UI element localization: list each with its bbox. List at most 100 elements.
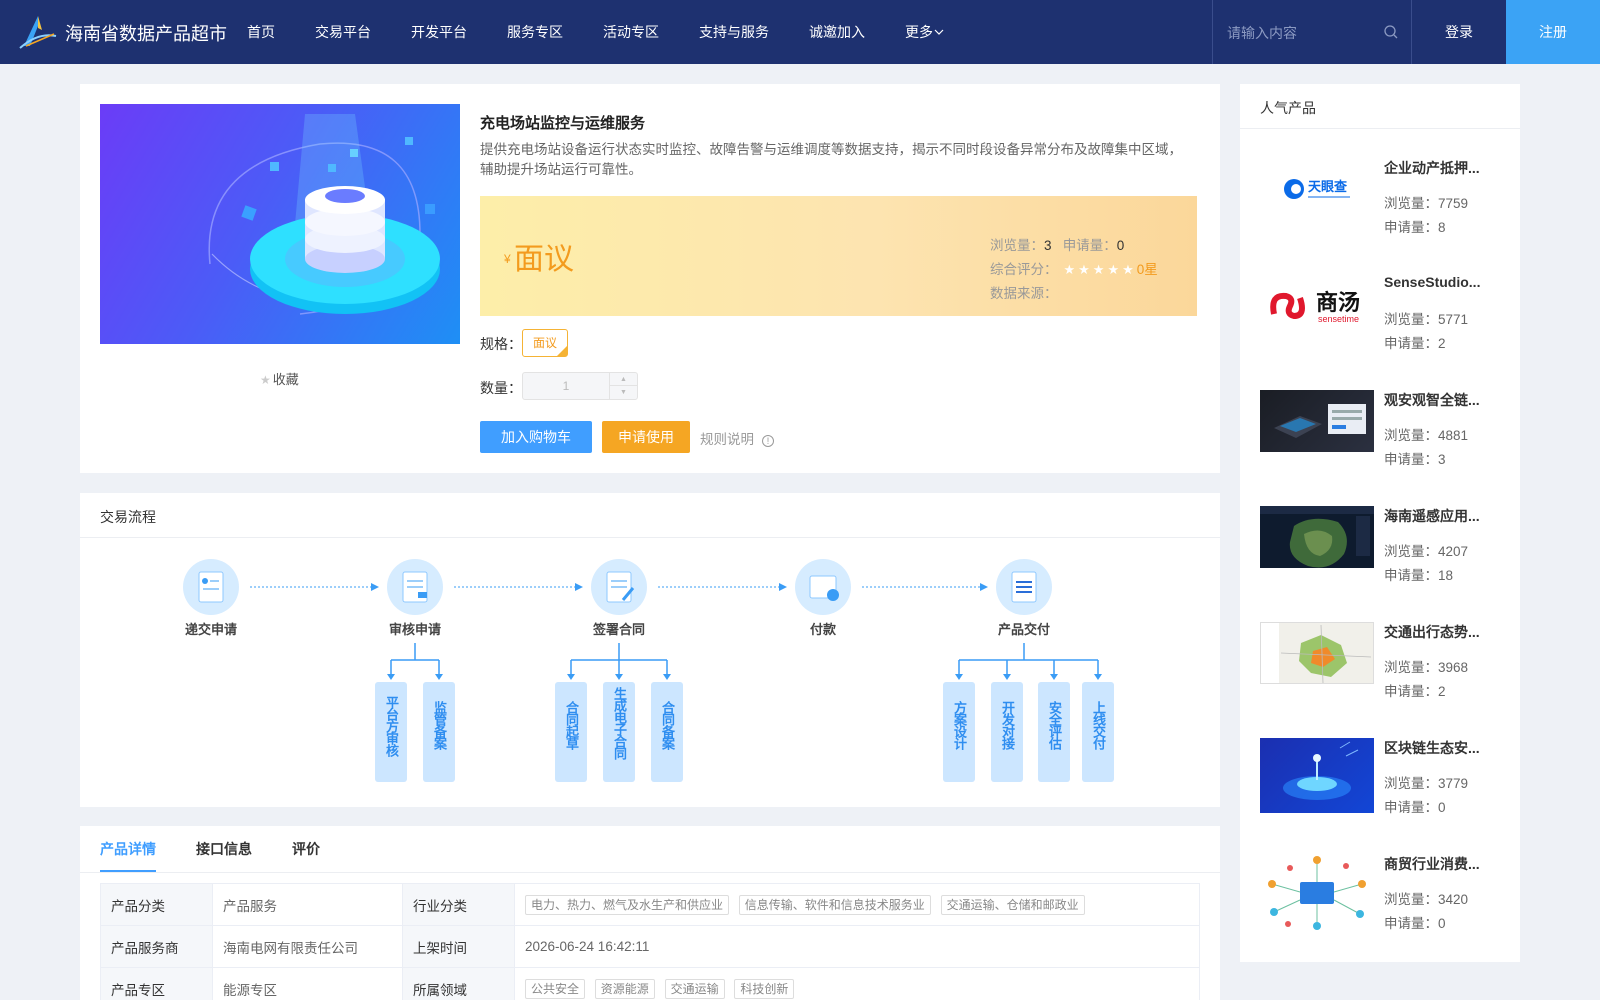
list-item[interactable]: 观安观智全链... 浏览量：4881 申请量：3 [1260,374,1500,490]
substep-review-regulator: 监管备案 [432,701,447,749]
product-name[interactable]: 海南遥感应用... [1384,506,1494,526]
substep-review-platform: 平台方审核 [384,696,399,756]
price-value: 面议 [514,243,574,276]
product-views: 浏览量：4881 [1384,424,1468,444]
step-label-review: 审核申请 [389,622,441,637]
product-thumbnail: 天眼查 [1260,158,1374,220]
domain-tag[interactable]: 资源能源 [594,978,655,999]
applies-label: 申请量： [1384,568,1438,583]
substep-contract-draft: 合同起草 [564,701,579,749]
views-label: 浏览量： [1384,196,1438,211]
spec-option-selected[interactable]: 面议 [522,329,568,357]
nav-activities[interactable]: 活动专区 [603,0,659,64]
industry-tag[interactable]: 交通运输、仓储和邮政业 [940,894,1085,915]
favorite-button[interactable]: ★ 收藏 [260,369,299,388]
tab-interface-info[interactable]: 接口信息 [196,826,252,872]
rules-link[interactable]: 规则说明! [700,428,774,448]
apply-use-button[interactable]: 申请使用 [602,421,690,453]
quantity-increase-icon[interactable]: ▲ [610,373,637,386]
search-icon[interactable] [1383,24,1399,40]
chevron-down-icon [934,29,944,35]
product-views: 浏览量：3968 [1384,656,1468,676]
substep-delivery-dev: 开发对接 [1000,701,1015,749]
popular-header: 人气产品 [1240,84,1520,129]
product-applies: 申请量：18 [1384,564,1453,584]
applies-label: 申请量： [1384,336,1438,351]
product-name[interactable]: 交通出行态势... [1384,622,1494,642]
site-brand[interactable]: 海南省数据产品超市 [65,20,227,46]
product-name[interactable]: 观安观智全链... [1384,390,1494,410]
applies-value: 2 [1438,684,1446,699]
source-label: 数据来源： [990,286,1058,301]
domain-tag[interactable]: 交通运输 [664,978,725,999]
product-name[interactable]: 区块链生态安... [1384,738,1494,758]
product-name[interactable]: 企业动产抵押... [1384,158,1494,178]
step-review-icon [387,559,443,615]
step-payment-icon [795,559,851,615]
table-row: 产品专区 能源专区 所属领域 公共安全 资源能源 交通运输 科技创新 [100,967,1200,1000]
nav-trading[interactable]: 交易平台 [315,0,371,64]
satellite-map-icon [1260,506,1374,568]
product-title: 充电场站监控与运维服务 [480,115,646,132]
views-value: 3779 [1438,776,1469,791]
register-button[interactable]: 注册 [1506,0,1600,64]
search-input[interactable] [1227,22,1377,44]
list-item[interactable]: 交通出行态势... 浏览量：3968 申请量：2 [1260,606,1500,722]
applies-value: 3 [1438,452,1446,467]
industry-tag[interactable]: 电力、热力、燃气及水生产和供应业 [525,894,730,915]
row-value: 能源专区 [212,967,403,1000]
product-panel: ★ 收藏 充电场站监控与运维服务 提供充电场站设备运行状态实时监控、故障告警与运维… [80,84,1220,473]
blockchain-icon [1283,741,1359,800]
currency-symbol: ¥ [504,252,511,266]
tab-reviews[interactable]: 评价 [292,826,320,872]
trade-flow-diagram: 递交申请 审核申请 签署合同 付款 产品交付 [183,559,1114,782]
star-icon: ★ [260,373,271,387]
applies-value: 0 [1438,916,1446,931]
product-name[interactable]: SenseStudio... [1384,274,1494,290]
domain-tag[interactable]: 公共安全 [525,978,586,999]
list-item[interactable]: 海南遥感应用... 浏览量：4207 申请量：18 [1260,490,1500,606]
quantity-decrease-icon[interactable]: ▼ [610,386,637,399]
database-illustration-icon [208,114,440,315]
nav-services[interactable]: 服务专区 [507,0,563,64]
views-label: 浏览量： [1384,428,1438,443]
list-item[interactable]: 天眼查 企业动产抵押... 浏览量：7759 申请量：8 [1260,142,1500,258]
rating-stars-icon: ★★★★★ [1063,262,1137,277]
nav-home[interactable]: 首页 [247,0,275,64]
list-item[interactable]: 商汤 sensetime SenseStudio... 浏览量：5771 申请量… [1260,258,1500,374]
views-value: 3968 [1438,660,1469,675]
table-row: 产品服务商 海南电网有限责任公司 上架时间 2026-06-24 16:42:1… [100,925,1200,968]
product-applies: 申请量：2 [1384,332,1446,352]
row-key: 产品分类 [100,883,213,926]
site-logo-icon[interactable] [18,12,58,52]
list-item[interactable]: 区块链生态安... 浏览量：3779 申请量：0 [1260,722,1500,838]
nav-development[interactable]: 开发平台 [411,0,467,64]
substep-delivery-design: 方案设计 [952,701,967,749]
rules-label: 规则说明 [700,432,754,447]
industry-tag[interactable]: 信息传输、软件和信息技术服务业 [738,894,931,915]
list-item[interactable]: 商贸行业消费... 浏览量：3420 申请量：0 [1260,838,1500,954]
row-value: 产品服务 [212,883,403,926]
flow-title: 交易流程 [100,509,156,525]
popular-products-panel: 人气产品 天眼查 企业动产抵押... 浏览量：7759 申请量：8 商汤 sen… [1240,84,1520,962]
substep-contract-electronic: 生成电子合同 [612,687,627,759]
add-to-cart-button[interactable]: 加入购物车 [480,421,592,453]
tab-product-detail[interactable]: 产品详情 [100,826,156,872]
product-views: 浏览量：7759 [1384,192,1468,212]
nav-join[interactable]: 诚邀加入 [809,0,865,64]
domain-tag[interactable]: 科技创新 [734,978,795,999]
nav-support[interactable]: 支持与服务 [699,0,769,64]
product-applies: 申请量：8 [1384,216,1446,236]
quantity-step-buttons: ▲ ▼ [609,373,637,399]
detail-panel: 产品详情 接口信息 评价 产品分类 产品服务 行业分类 电力、热力、燃气及水生产… [80,826,1220,1000]
applies-value: 0 [1116,238,1125,253]
sensetime-logo-icon: 商汤 sensetime [1270,290,1360,324]
step-label-contract: 签署合同 [592,622,645,637]
quantity-input[interactable]: 1 [523,373,609,399]
product-thumbnail: 商汤 sensetime [1260,274,1374,336]
nav-more[interactable]: 更多 [905,0,945,64]
product-name[interactable]: 商贸行业消费... [1384,854,1494,874]
login-button[interactable]: 登录 [1412,0,1506,64]
nav-more-label: 更多 [905,24,933,40]
step-submit-icon [183,559,239,615]
